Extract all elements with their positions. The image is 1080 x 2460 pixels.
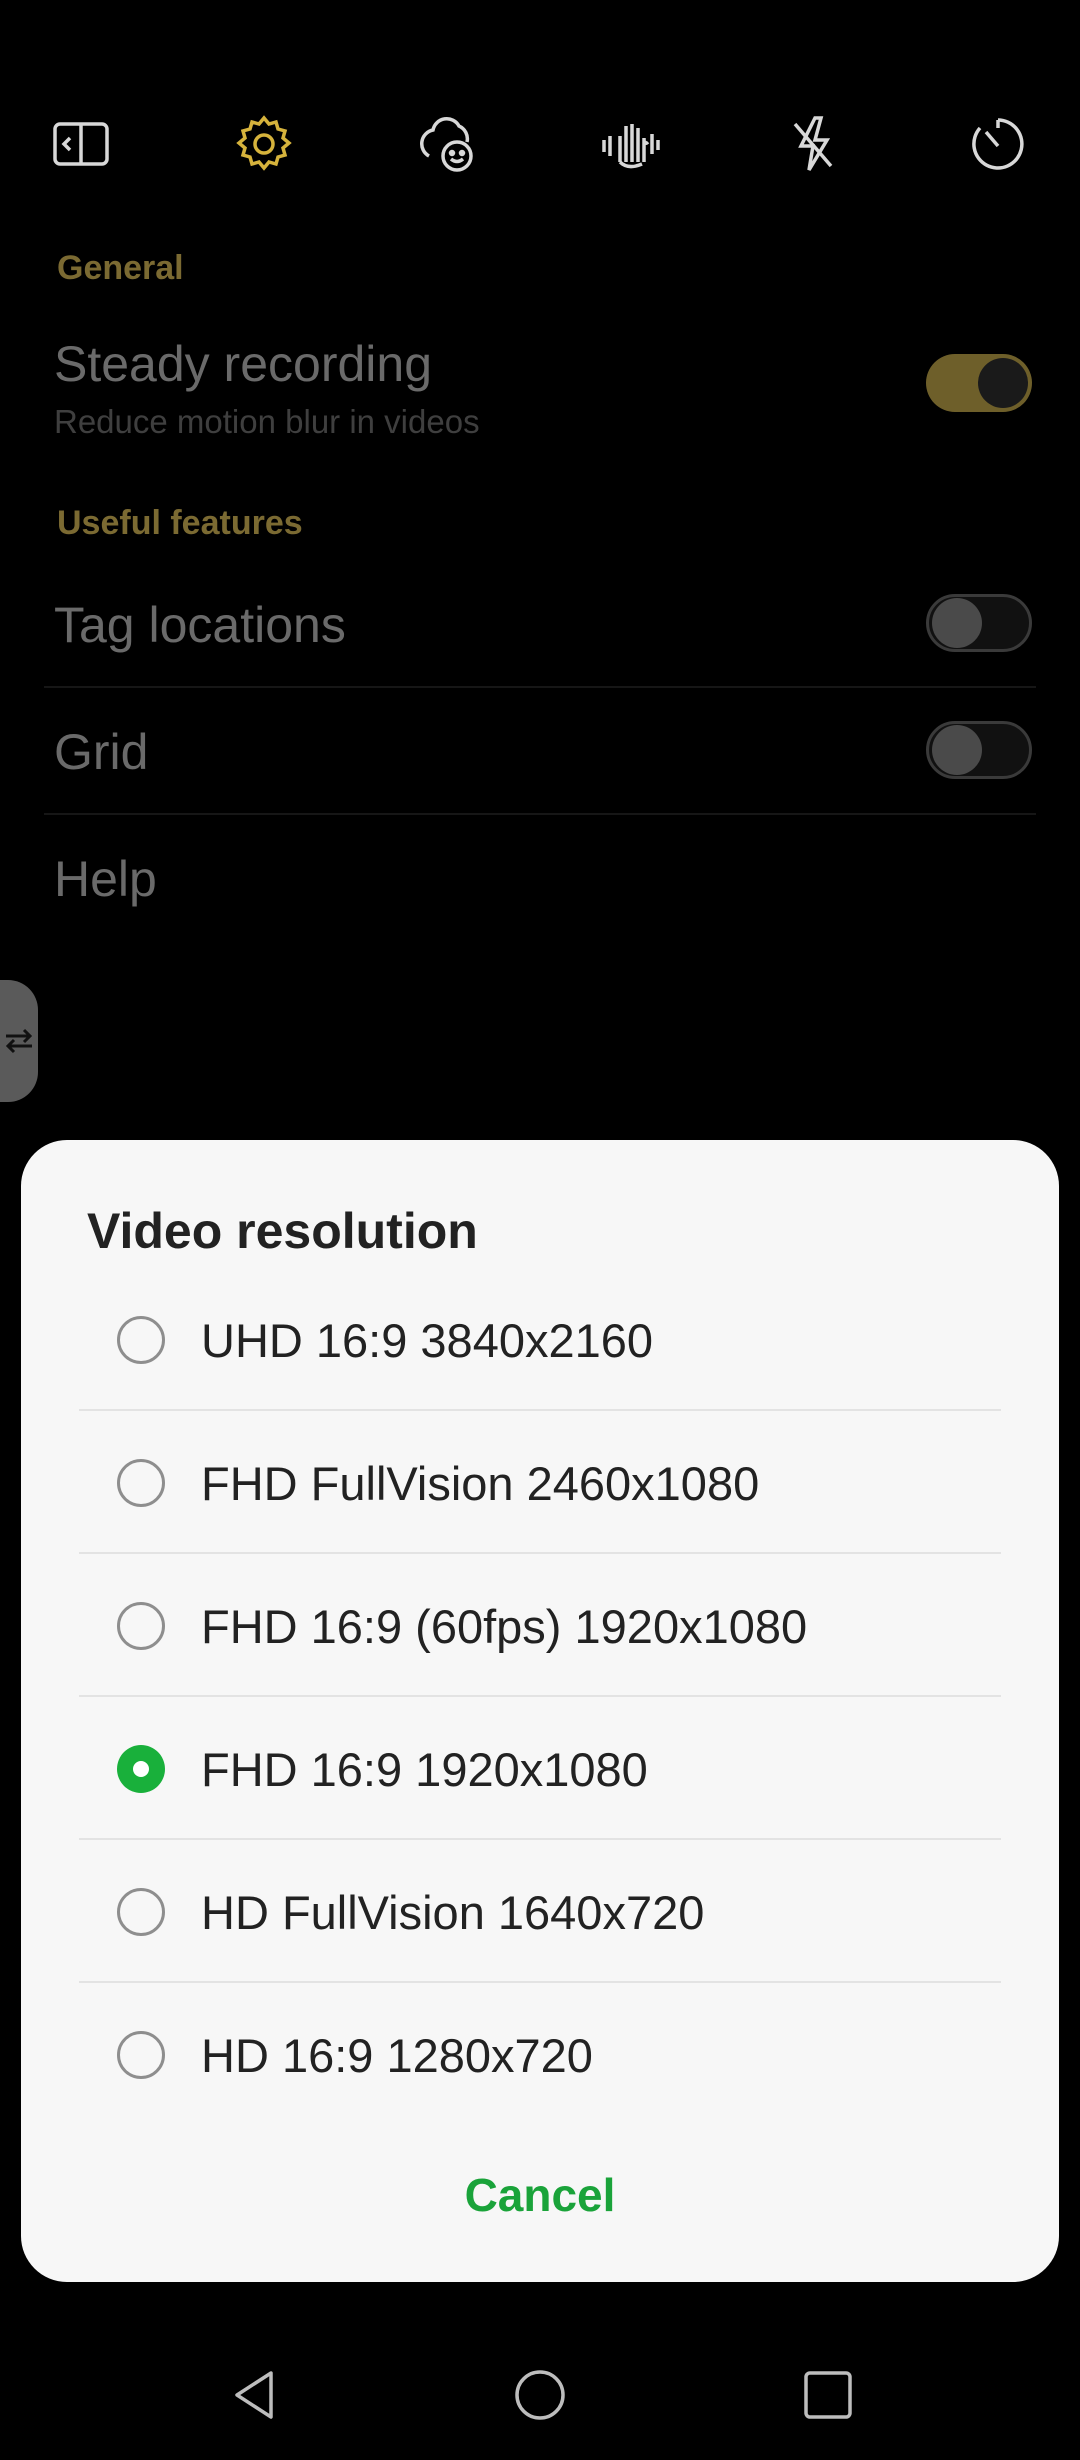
radio-button[interactable] xyxy=(117,2031,165,2079)
recents-button[interactable] xyxy=(778,2330,878,2460)
divider xyxy=(44,686,1036,688)
tag-locations-toggle[interactable] xyxy=(926,594,1032,652)
section-label-general: General xyxy=(57,249,184,287)
grid-toggle[interactable] xyxy=(926,721,1032,779)
side-panel-handle[interactable] xyxy=(0,980,38,1102)
option-label: FHD 16:9 1920x1080 xyxy=(201,1743,648,1796)
option-label: UHD 16:9 3840x2160 xyxy=(201,1314,654,1367)
radio-button[interactable] xyxy=(117,1602,165,1650)
home-button[interactable] xyxy=(490,2330,590,2460)
cancel-button[interactable]: Cancel xyxy=(21,2168,1059,2222)
radio-button[interactable] xyxy=(117,1888,165,1936)
option-label: FHD 16:9 (60fps) 1920x1080 xyxy=(201,1600,808,1653)
camera-settings-screen: General Steady recording Reduce motion b… xyxy=(0,0,1080,2460)
tag-locations-title[interactable]: Tag locations xyxy=(54,596,346,654)
option-fhd-1920x1080[interactable]: FHD 16:9 1920x1080 xyxy=(79,1697,1001,1840)
recents-icon xyxy=(804,2371,852,2419)
grid-title[interactable]: Grid xyxy=(54,723,148,781)
radio-button[interactable] xyxy=(117,1459,165,1507)
radio-button-selected[interactable] xyxy=(117,1745,165,1793)
back-icon xyxy=(235,2371,273,2419)
navigation-bar xyxy=(0,2330,1080,2460)
video-resolution-dialog: Video resolution UHD 16:9 3840x2160 FHD … xyxy=(21,1140,1059,2282)
option-label: HD FullVision 1640x720 xyxy=(201,1886,705,1939)
option-hd-1280x720[interactable]: HD 16:9 1280x720 xyxy=(79,1983,1001,2126)
option-label: FHD FullVision 2460x1080 xyxy=(201,1457,760,1510)
steady-recording-title[interactable]: Steady recording xyxy=(54,335,432,393)
dialog-title: Video resolution xyxy=(87,1203,478,1259)
steady-recording-toggle[interactable] xyxy=(926,354,1032,412)
help-title[interactable]: Help xyxy=(54,850,157,908)
option-fhd-60fps-1920x1080[interactable]: FHD 16:9 (60fps) 1920x1080 xyxy=(79,1554,1001,1697)
home-icon xyxy=(515,2370,565,2420)
radio-button[interactable] xyxy=(117,1316,165,1364)
option-uhd-3840x2160[interactable]: UHD 16:9 3840x2160 xyxy=(79,1268,1001,1411)
option-fhd-fullvision-2460x1080[interactable]: FHD FullVision 2460x1080 xyxy=(79,1411,1001,1554)
back-button[interactable] xyxy=(205,2330,305,2460)
swap-arrows-icon xyxy=(5,1028,33,1054)
section-label-useful: Useful features xyxy=(57,504,303,542)
option-label: HD 16:9 1280x720 xyxy=(201,2029,593,2082)
settings-list: General Steady recording Reduce motion b… xyxy=(0,0,1080,1140)
steady-recording-subtitle: Reduce motion blur in videos xyxy=(54,403,480,440)
option-hd-fullvision-1640x720[interactable]: HD FullVision 1640x720 xyxy=(79,1840,1001,1983)
divider xyxy=(44,813,1036,815)
